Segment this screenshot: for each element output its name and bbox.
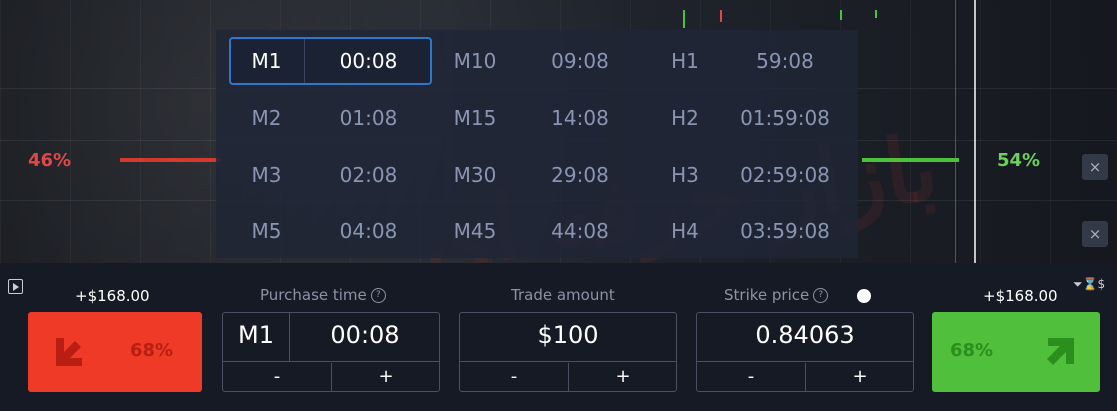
payout-up: +$168.00 [983,287,1058,305]
expiry-option-timeframe[interactable]: M5 [229,205,304,257]
strike-price-toggle[interactable] [857,289,871,303]
divider [697,361,913,362]
expiry-option-timeframe[interactable]: H4 [655,205,715,257]
settings-icon[interactable]: ⏷⌛$ [1073,277,1105,292]
expiry-option-time[interactable]: 03:59:08 [720,205,850,257]
down-payout-pct: 68% [130,340,174,361]
candle [683,10,685,28]
expiry-option-timeframe[interactable]: M10 [440,35,510,87]
expiry-option-timeframe[interactable]: M45 [440,205,510,257]
trade-amount-value[interactable]: $100 [460,313,676,357]
help-icon[interactable]: ? [370,288,386,303]
expiry-option-time[interactable]: 29:08 [520,149,640,201]
trade-amount-label: Trade amount [511,286,615,304]
strike-price-value[interactable]: 0.84063 [697,313,913,357]
strike-price-field[interactable]: 0.84063 - + [696,312,914,392]
help-icon[interactable]: ? [813,288,829,303]
expiry-option-time[interactable]: 04:08 [305,205,432,257]
trade-amount-plus-button[interactable]: + [569,363,677,391]
purchase-time-plus-button[interactable]: + [332,363,440,391]
divider [460,361,676,362]
expiry-option-timeframe[interactable]: H3 [655,149,715,201]
sentiment-down-bar [120,158,220,162]
expiry-option-time[interactable]: 01:08 [305,92,432,144]
expiry-option-time[interactable]: 02:08 [305,149,432,201]
expiry-option-timeframe[interactable]: M30 [440,149,510,201]
strike-price-minus-button[interactable]: - [697,363,805,391]
sell-down-button[interactable]: 68% [28,312,202,392]
candle [720,10,722,22]
arrow-down-right-icon [56,338,82,366]
purchase-time-minus-button[interactable]: - [223,363,331,391]
arrow-up-right-icon [1047,338,1074,365]
expiry-option-time[interactable]: 44:08 [520,205,640,257]
divider [223,361,439,362]
expiry-option-timeframe[interactable]: H2 [655,92,715,144]
play-icon[interactable] [8,279,23,294]
strike-price-label-text: Strike price [724,286,810,304]
buy-up-button[interactable]: 68% [932,312,1100,392]
sentiment-up-bar [862,158,959,162]
sentiment-up-pct: 54% [997,150,1041,171]
expiry-option-time[interactable]: 59:08 [720,35,850,87]
expiry-option-timeframe[interactable]: H1 [655,35,715,87]
close-icon[interactable]: × [1082,154,1108,180]
candle [840,10,842,20]
strike-price-plus-button[interactable]: + [806,363,914,391]
expiry-option-timeframe[interactable]: M15 [440,92,510,144]
purchase-time-value[interactable]: 00:08 [290,313,440,357]
candle [875,10,877,18]
trade-amount-minus-button[interactable]: - [460,363,568,391]
expiry-option-time[interactable]: 02:59:08 [720,149,850,201]
strike-price-label: Strike price? [724,286,829,304]
purchase-timeframe[interactable]: M1 [223,313,289,357]
trade-amount-field[interactable]: $100 - + [459,312,677,392]
close-icon[interactable]: × [1082,221,1108,247]
up-payout-pct: 68% [950,340,994,361]
payout-down: +$168.00 [75,287,150,305]
expiry-option-timeframe[interactable]: M3 [229,149,304,201]
expiry-option-time[interactable]: 09:08 [520,35,640,87]
expiry-option-timeframe[interactable]: M2 [229,92,304,144]
expiry-option-time[interactable]: 00:08 [305,35,432,87]
expiry-option-timeframe[interactable]: M1 [229,35,304,87]
expiry-option-time[interactable]: 14:08 [520,92,640,144]
expiry-option-time[interactable]: 01:59:08 [720,92,850,144]
purchase-time-label-text: Purchase time [260,286,367,304]
sentiment-down-pct: 46% [28,150,72,171]
purchase-time-field[interactable]: M1 00:08 - + [222,312,440,392]
purchase-time-label: Purchase time? [260,286,386,304]
